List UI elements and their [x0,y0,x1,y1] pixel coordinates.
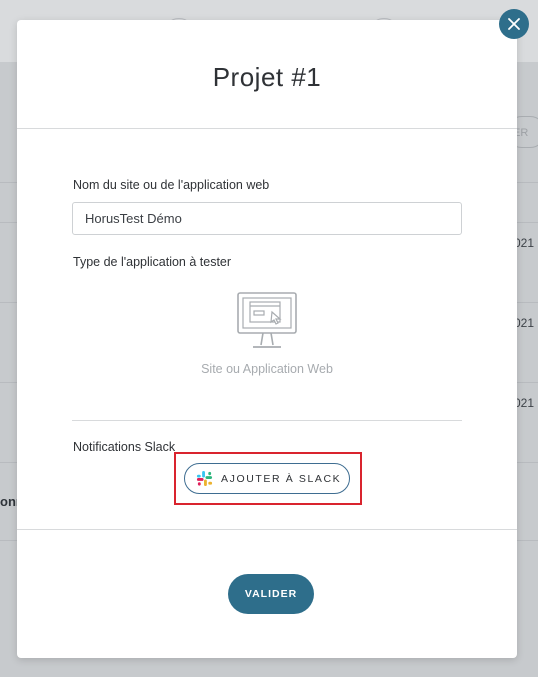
app-type-label: Type de l'application à tester [73,255,232,269]
site-name-input[interactable] [72,202,462,235]
add-to-slack-button[interactable]: AJOUTER À SLACK [184,463,350,494]
slack-notifications-label: Notifications Slack [73,440,176,454]
validate-button[interactable]: VALIDER [228,574,314,614]
project-modal: Projet #1 Nom du site ou de l'applicatio… [17,20,517,658]
site-name-label: Nom du site ou de l'application web [73,178,270,192]
background-date: 021 [514,316,535,330]
footer-divider [17,529,517,530]
header-divider [17,128,517,129]
close-modal-button[interactable] [499,9,529,39]
app-type-option-label[interactable]: Site ou Application Web [17,362,517,376]
slack-icon [196,470,213,487]
monitor-icon[interactable] [236,291,298,351]
background-date: 021 [514,396,535,410]
modal-title: Projet #1 [212,62,322,92]
close-icon [508,18,520,30]
add-to-slack-label: AJOUTER À SLACK [221,472,342,485]
background-date: 021 [514,236,535,250]
section-divider [72,420,462,421]
